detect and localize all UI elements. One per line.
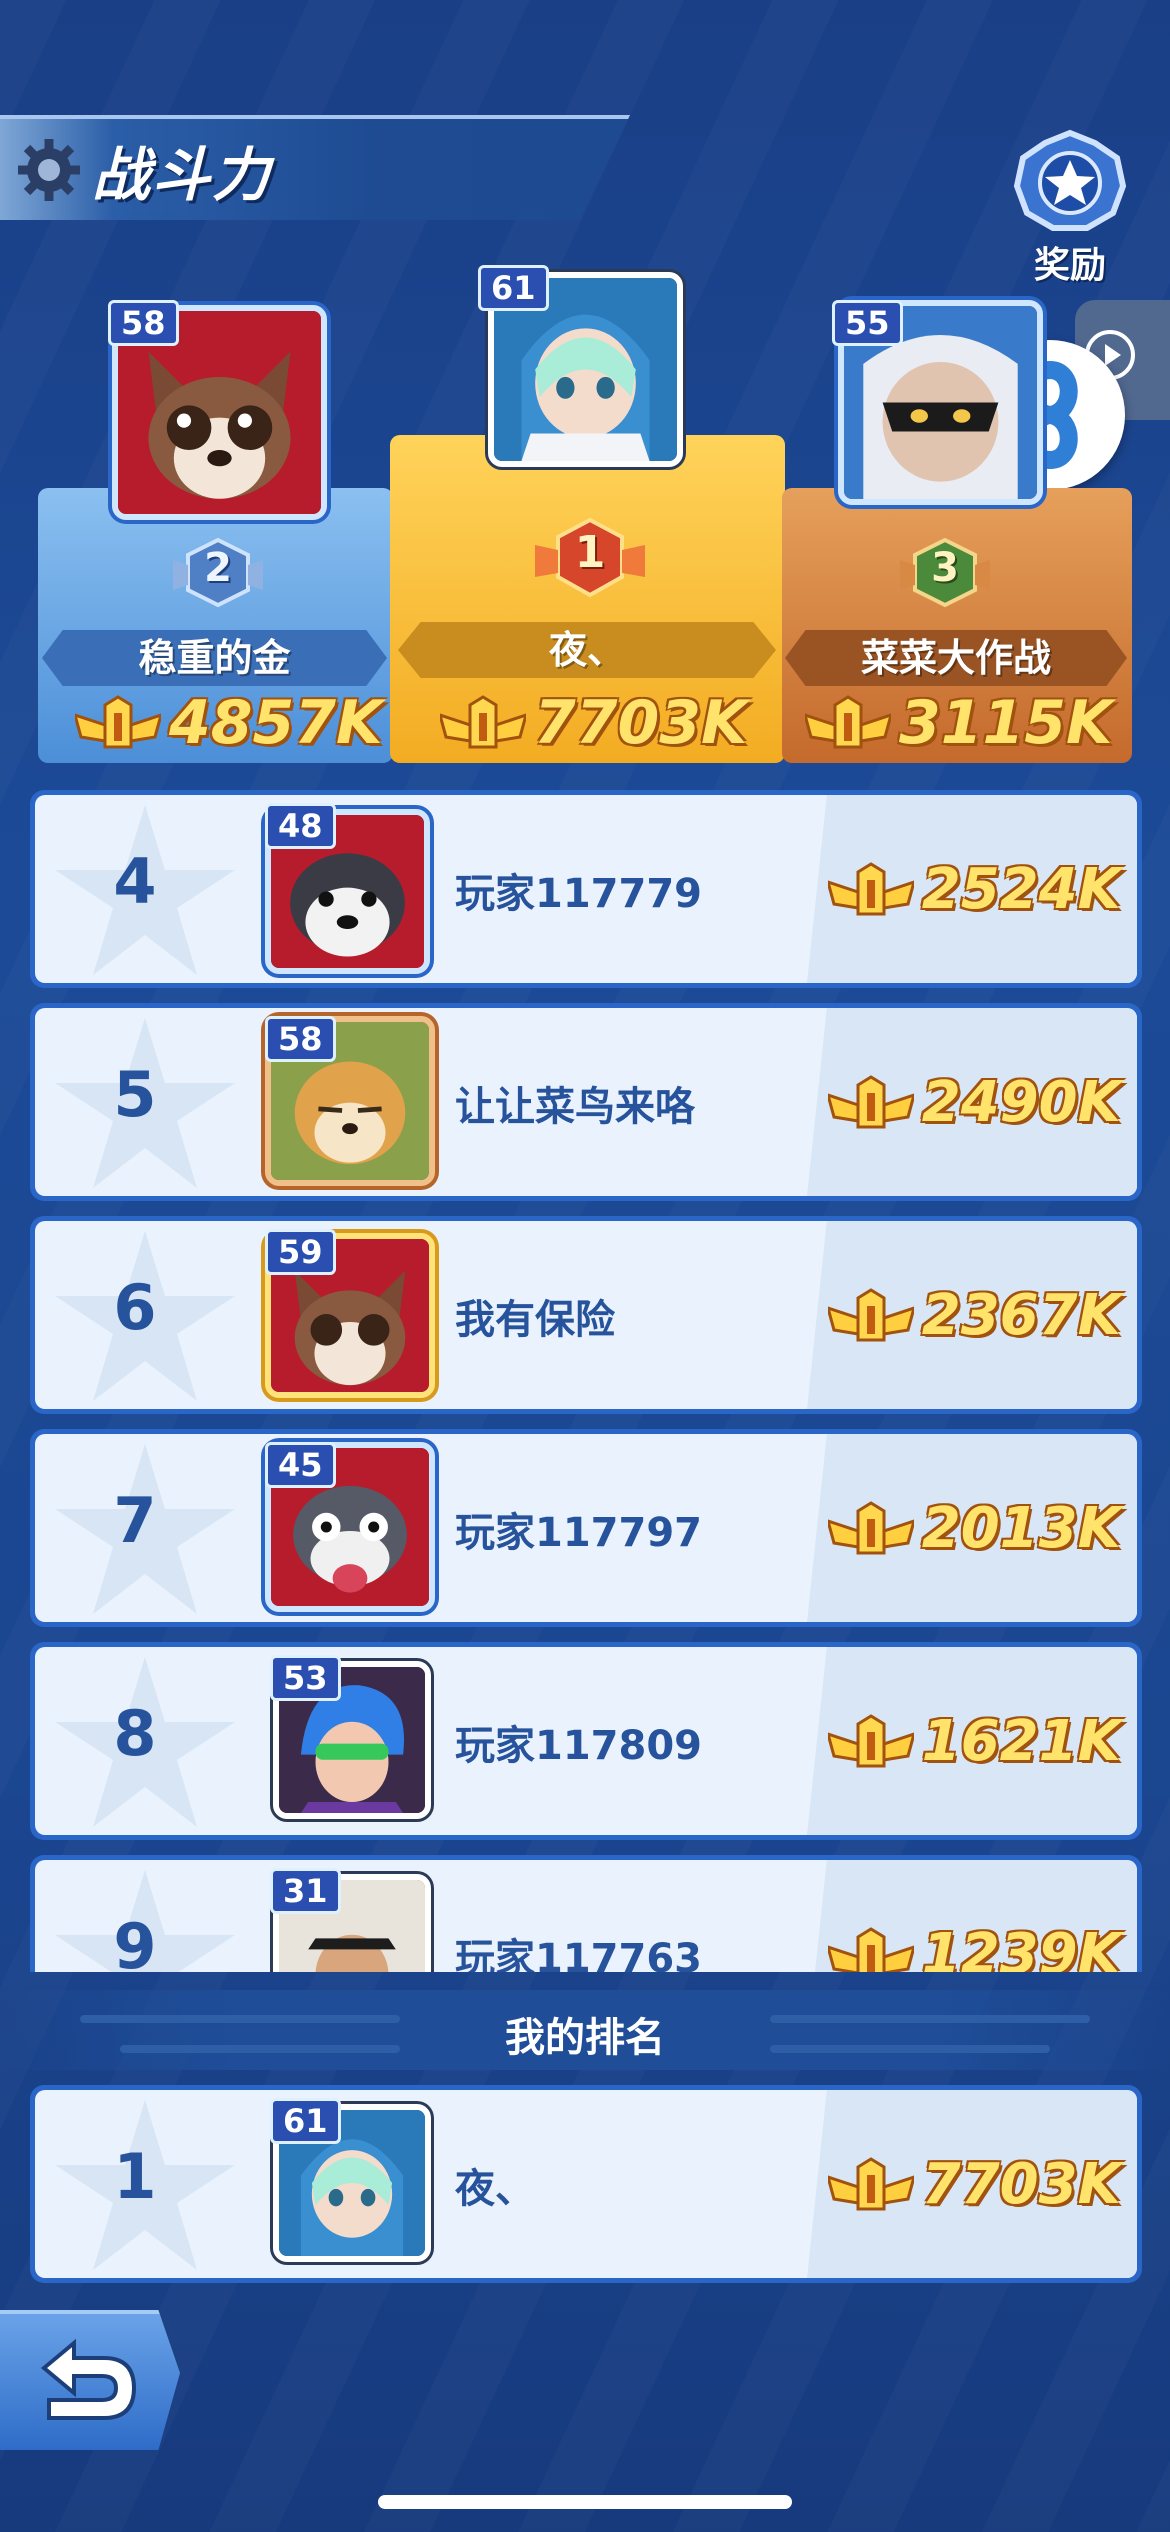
rank-1-number: 1 — [574, 527, 606, 578]
rank-2-number: 2 — [204, 545, 232, 591]
page-title: 战斗力 — [92, 141, 273, 209]
reward-label: 奖励 — [1033, 245, 1106, 286]
level-badge: 58 — [108, 300, 179, 346]
list-item[interactable]: 4 48 玩家117779 2524K — [30, 790, 1142, 988]
rank-number: 8 — [113, 1697, 157, 1770]
level-badge: 55 — [832, 300, 903, 346]
player-name: 让让菜鸟来咯 — [455, 1084, 695, 1130]
player-name: 夜、 — [398, 622, 776, 678]
power-value: 7703K — [921, 2152, 1121, 2217]
crown-wings-icon — [827, 1500, 914, 1554]
crown-wings-icon — [75, 695, 161, 749]
ranking-list[interactable]: 4 48 玩家117779 2524K 5 58 让让菜鸟来咯 2490K 6 … — [30, 790, 1142, 1972]
crown-wings-icon — [440, 695, 526, 749]
power-value: 2013K — [921, 1496, 1121, 1561]
list-item[interactable]: 7 45 玩家117797 2013K — [30, 1429, 1142, 1627]
player-name: 菜菜大作战 — [785, 630, 1127, 686]
level-badge: 31 — [270, 1868, 341, 1914]
rank-number: 6 — [113, 1271, 157, 1344]
level-badge: 61 — [478, 265, 549, 311]
rank-number: 7 — [113, 1484, 157, 1557]
power-value: 2524K — [921, 857, 1121, 922]
power-value: 3115K — [899, 688, 1113, 758]
player-name: 玩家117779 — [455, 871, 702, 917]
power-value: 2367K — [921, 1283, 1121, 1348]
rank-number: 1 — [113, 2140, 157, 2213]
level-badge: 61 — [270, 2098, 341, 2144]
level-badge: 59 — [265, 1229, 336, 1275]
back-arrow-icon — [40, 2338, 137, 2420]
level-badge: 45 — [265, 1442, 336, 1488]
player-name: 稳重的金 — [42, 630, 387, 686]
back-button[interactable] — [0, 2310, 180, 2450]
list-item[interactable]: 8 53 玩家117809 1621K — [30, 1642, 1142, 1840]
rank-3-number: 3 — [931, 545, 959, 591]
reward-button[interactable]: 奖励 — [1005, 128, 1135, 288]
player-name: 我有保险 — [455, 1297, 615, 1343]
crown-wings-icon — [827, 1713, 914, 1767]
my-rank-row[interactable]: 1 61 夜、 7703K — [30, 2085, 1142, 2283]
level-badge: 53 — [270, 1655, 341, 1701]
list-item[interactable]: 6 59 我有保险 2367K — [30, 1216, 1142, 1414]
level-badge: 58 — [265, 1016, 336, 1062]
rank-number: 4 — [113, 845, 157, 918]
rank-number: 9 — [113, 1910, 157, 1972]
home-indicator — [378, 2495, 792, 2509]
my-rank-title: 我的排名 — [505, 2015, 665, 2061]
crown-wings-icon — [827, 2156, 914, 2210]
level-badge: 48 — [265, 803, 336, 849]
crown-wings-icon — [827, 861, 914, 915]
crown-wings-icon — [805, 695, 891, 749]
crown-wings-icon — [827, 1074, 914, 1128]
player-name: 玩家117763 — [455, 1936, 702, 1972]
rank-number: 5 — [113, 1058, 157, 1131]
list-item[interactable]: 9 31 玩家117763 1239K — [30, 1855, 1142, 1972]
reward-medal-icon — [1013, 129, 1127, 231]
power-value: 4857K — [169, 688, 383, 758]
gear-icon — [18, 139, 80, 201]
list-item[interactable]: 5 58 让让菜鸟来咯 2490K — [30, 1003, 1142, 1201]
player-name: 玩家117797 — [455, 1510, 702, 1556]
player-name: 玩家117809 — [455, 1723, 702, 1769]
power-value: 1621K — [921, 1709, 1121, 1774]
player-name: 夜、 — [455, 2166, 535, 2212]
crown-wings-icon — [827, 1287, 914, 1341]
crown-wings-icon — [827, 1926, 914, 1972]
power-value: 7703K — [534, 688, 748, 758]
power-value: 1239K — [921, 1922, 1121, 1972]
power-value: 2490K — [921, 1070, 1121, 1135]
